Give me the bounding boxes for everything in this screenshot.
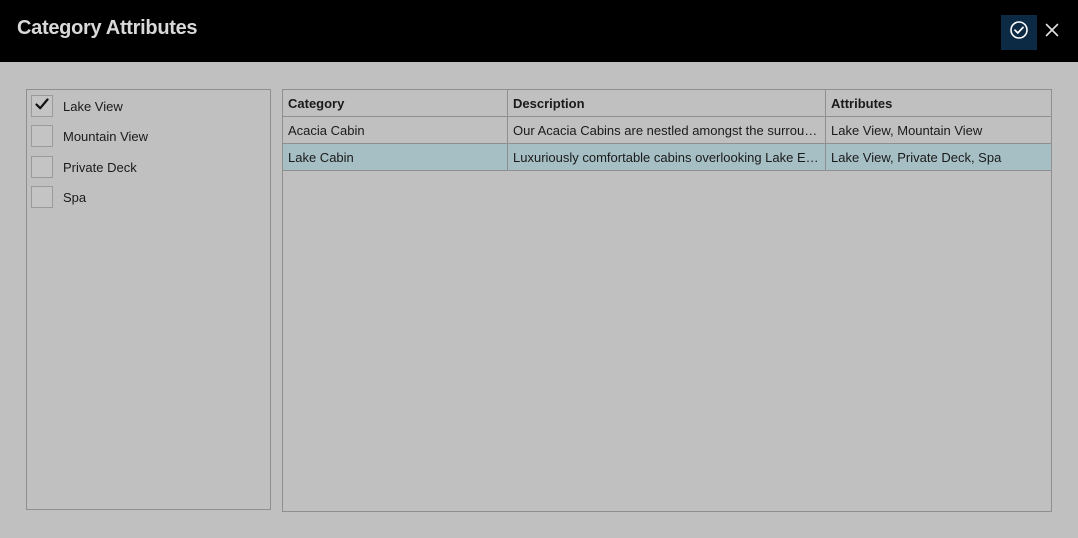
attribute-label: Spa	[63, 189, 87, 205]
cell-description: Luxuriously comfortable cabins overlooki…	[508, 144, 826, 170]
checkmark-icon	[35, 97, 49, 116]
table-row[interactable]: Lake Cabin Luxuriously comfortable cabin…	[283, 144, 1051, 171]
page-title: Category Attributes	[17, 17, 198, 39]
attribute-item-mountain-view[interactable]: Mountain View	[31, 124, 148, 148]
close-icon	[1045, 23, 1059, 42]
column-header-attributes[interactable]: Attributes	[826, 90, 1051, 116]
cell-category: Lake Cabin	[283, 144, 508, 170]
check-circle-icon	[1009, 20, 1029, 45]
attribute-label: Mountain View	[63, 128, 149, 144]
attribute-list: Lake View Mountain View Private Deck Spa	[26, 89, 271, 510]
column-header-description[interactable]: Description	[508, 90, 826, 116]
close-button[interactable]	[1040, 20, 1064, 45]
attribute-label: Private Deck	[63, 159, 137, 175]
attribute-checkbox[interactable]	[31, 95, 53, 117]
attribute-label: Lake View	[63, 98, 123, 114]
cell-category: Acacia Cabin	[283, 117, 508, 143]
confirm-button[interactable]	[1001, 15, 1037, 50]
title-bar: Category Attributes	[0, 0, 1078, 62]
category-grid: Category Description Attributes Acacia C…	[282, 89, 1052, 512]
cell-attributes: Lake View, Mountain View	[831, 122, 983, 138]
attribute-item-private-deck[interactable]: Private Deck	[31, 155, 137, 179]
grid-header: Category Description Attributes	[283, 90, 1051, 117]
attribute-checkbox[interactable]	[31, 186, 53, 208]
table-row[interactable]: Acacia Cabin Our Acacia Cabins are nestl…	[283, 117, 1051, 144]
cell-description: Our Acacia Cabins are nestled amongst th…	[508, 117, 826, 143]
attribute-checkbox[interactable]	[31, 156, 53, 178]
column-header-category[interactable]: Category	[283, 90, 508, 116]
attribute-item-spa[interactable]: Spa	[31, 185, 86, 209]
attribute-item-lake-view[interactable]: Lake View	[31, 94, 123, 118]
cell-attributes: Lake View, Private Deck, Spa	[831, 149, 1002, 165]
attribute-checkbox[interactable]	[31, 125, 53, 147]
